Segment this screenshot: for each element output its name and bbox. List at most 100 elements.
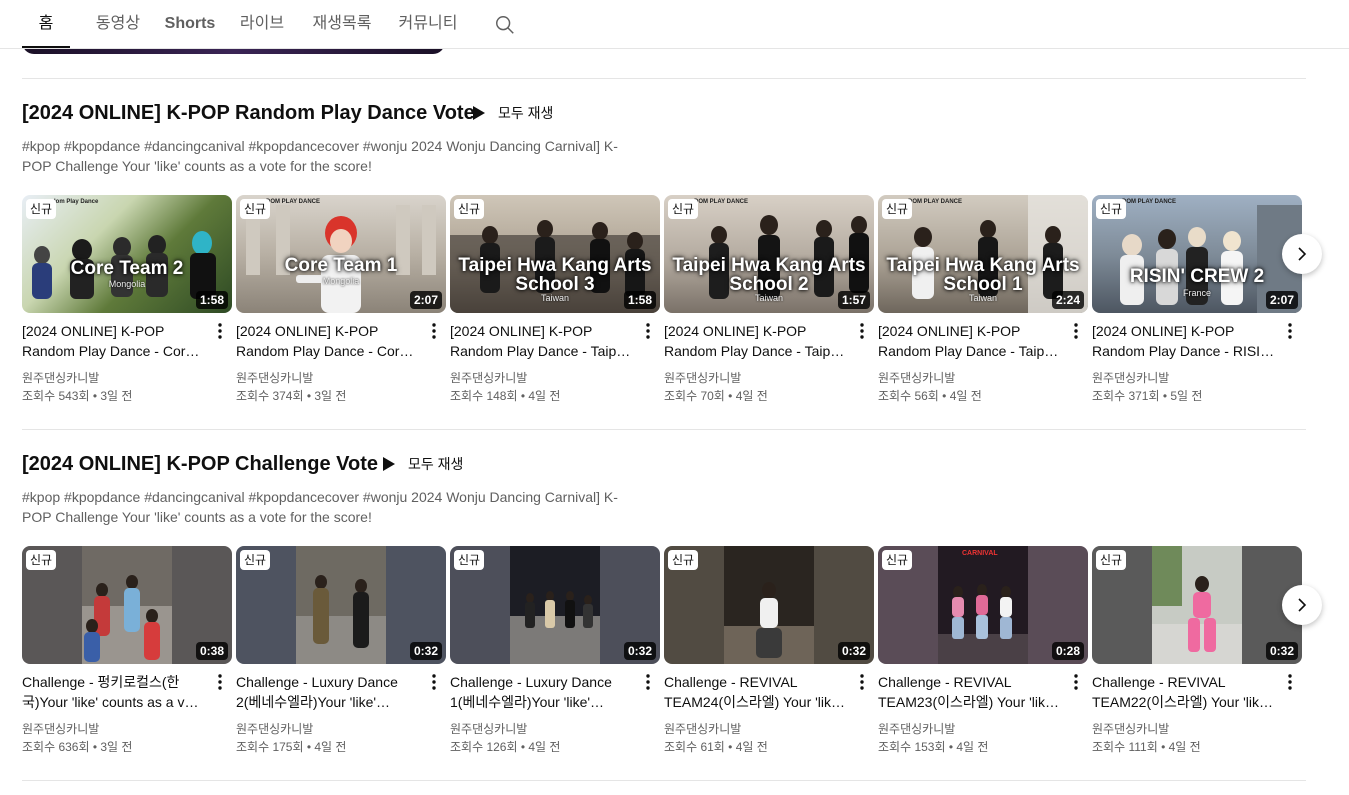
channel-name[interactable]: 원주댄싱카니발 — [22, 720, 99, 738]
thumbnail-title: Taipei Hwa Kang Arts School 3 — [458, 255, 652, 295]
video-title[interactable]: Challenge - Luxury Dance 1(베네수엘라)Your 'l… — [450, 672, 634, 712]
channel-name[interactable]: 원주댄싱카니발 — [1092, 720, 1169, 738]
channel-name[interactable]: 원주댄싱카니발 — [878, 720, 955, 738]
thumbnail-title: Taipei Hwa Kang Arts School 2 — [672, 255, 866, 295]
new-badge: 신규 — [882, 550, 913, 570]
tab-shorts[interactable]: Shorts — [160, 0, 220, 48]
video-metadata: 조회수 543회 • 3일 전 — [22, 389, 133, 403]
channel-name[interactable]: 원주댄싱카니발 — [1092, 369, 1169, 387]
video-title[interactable]: Challenge - 펑키로컬스(한국)Your 'like' counts … — [22, 672, 206, 712]
section-divider — [22, 429, 1306, 430]
more-options-icon[interactable] — [1282, 321, 1298, 341]
thumbnail-caption: dom Play Dance — [52, 199, 99, 205]
tab-community[interactable]: 커뮤니티 — [390, 0, 466, 48]
video-thumbnail[interactable]: 신규 0:32 — [450, 546, 660, 664]
more-options-icon[interactable] — [1068, 321, 1084, 341]
video-title[interactable]: [2024 ONLINE] K-POP Random Play Dance - … — [450, 321, 634, 361]
video-title[interactable]: Challenge - REVIVAL TEAM23(이스라엘) Your 'l… — [878, 672, 1062, 712]
video-metadata: 조회수 56회 • 4일 전 — [878, 389, 982, 403]
tab-home[interactable]: 홈 — [22, 0, 70, 48]
tab-live[interactable]: 라이브 — [230, 0, 294, 48]
video-title[interactable]: [2024 ONLINE] K-POP Random Play Dance - … — [664, 321, 848, 361]
video-thumbnail[interactable]: 신규 0:32 — [236, 546, 446, 664]
duration-badge: 0:32 — [837, 642, 870, 660]
video-thumbnail[interactable]: 신규 0:32 — [664, 546, 874, 664]
more-options-icon[interactable] — [426, 672, 442, 692]
new-badge: 신규 — [1096, 550, 1127, 570]
more-options-icon[interactable] — [640, 672, 656, 692]
video-thumbnail[interactable]: 신규 0:38 — [22, 546, 232, 664]
duration-badge: 0:38 — [195, 642, 228, 660]
search-icon[interactable] — [494, 14, 516, 36]
thumbnail-title: Core Team 1 — [284, 255, 398, 276]
channel-name[interactable]: 원주댄싱카니발 — [22, 369, 99, 387]
channel-name[interactable]: 원주댄싱카니발 — [450, 369, 527, 387]
duration-badge: 0:32 — [623, 642, 656, 660]
play-all-button[interactable]: 모두 재생 — [382, 453, 463, 475]
duration-badge: 1:57 — [837, 291, 870, 309]
play-all-label: 모두 재생 — [408, 456, 464, 472]
video-title[interactable]: [2024 ONLINE] K-POP Random Play Dance - … — [236, 321, 420, 361]
thumbnail-title: Core Team 2 — [70, 258, 184, 279]
video-thumbnail[interactable]: DOM PLAY DANCE Taipei Hwa Kang Arts Scho… — [664, 195, 874, 313]
shelf-next-button[interactable] — [1282, 585, 1322, 625]
more-options-icon[interactable] — [426, 321, 442, 341]
duration-badge: 2:07 — [409, 291, 442, 309]
more-options-icon[interactable] — [212, 672, 228, 692]
video-thumbnail[interactable]: DOM PLAY DANCE Taipei Hwa Kang Arts Scho… — [878, 195, 1088, 313]
thumbnail-subtitle: Mongolia — [108, 279, 146, 289]
chevron-right-icon — [1298, 247, 1307, 261]
thumbnail-title: RISIN' CREW 2 — [1129, 266, 1265, 287]
video-title[interactable]: Challenge - REVIVAL TEAM24(이스라엘) Your 'l… — [664, 672, 848, 712]
video-thumbnail[interactable]: CARNIVAL 신규 0:28 — [878, 546, 1088, 664]
new-badge: 신규 — [240, 550, 271, 570]
shelf-title[interactable]: [2024 ONLINE] K-POP Challenge Vote — [22, 453, 378, 476]
play-all-button[interactable]: 모두 재생 — [472, 102, 553, 124]
shelf-next-button[interactable] — [1282, 234, 1322, 274]
video-thumbnail[interactable]: dom Play Dance Core Team 2 Mongolia 신규 1… — [22, 195, 232, 313]
tab-videos[interactable]: 동영상 — [86, 0, 150, 48]
play-icon — [473, 106, 485, 120]
video-metadata: 조회수 636회 • 3일 전 — [22, 740, 133, 754]
video-title[interactable]: Challenge - Luxury Dance 2(베네수엘라)Your 'l… — [236, 672, 420, 712]
video-title[interactable]: Challenge - REVIVAL TEAM22(이스라엘) Your 'l… — [1092, 672, 1276, 712]
tab-playlists[interactable]: 재생목록 — [304, 0, 380, 48]
shelf-description: #kpop #kpopdance #dancingcanival #kpopda… — [22, 489, 618, 525]
duration-badge: 1:58 — [195, 291, 228, 309]
duration-badge: 2:07 — [1265, 291, 1298, 309]
thumbnail-caption: DOM PLAY DANCE — [1122, 199, 1177, 205]
duration-badge: 0:32 — [409, 642, 442, 660]
new-badge: 신규 — [882, 199, 913, 219]
more-options-icon[interactable] — [1068, 672, 1084, 692]
channel-name[interactable]: 원주댄싱카니발 — [236, 720, 313, 738]
channel-name[interactable]: 원주댄싱카니발 — [664, 369, 741, 387]
video-thumbnail[interactable]: DOM PLAY DANCE RISIN' CREW 2 France 신규 2… — [1092, 195, 1302, 313]
channel-name[interactable]: 원주댄싱카니발 — [878, 369, 955, 387]
video-thumbnail[interactable]: DOM PLAY DANCE Core Team 1 Mongolia 신규 2… — [236, 195, 446, 313]
video-metadata: 조회수 374회 • 3일 전 — [236, 389, 347, 403]
video-thumbnail[interactable]: Taipei Hwa Kang Arts School 3 Taiwan 신규 … — [450, 195, 660, 313]
thumbnail-caption: DOM PLAY DANCE — [266, 199, 321, 205]
more-options-icon[interactable] — [1282, 672, 1298, 692]
video-thumbnail[interactable]: 신규 0:32 — [1092, 546, 1302, 664]
duration-badge: 1:58 — [623, 291, 656, 309]
channel-name[interactable]: 원주댄싱카니발 — [664, 720, 741, 738]
shelf-title[interactable]: [2024 ONLINE] K-POP Random Play Dance Vo… — [22, 102, 475, 125]
more-options-icon[interactable] — [854, 321, 870, 341]
channel-name[interactable]: 원주댄싱카니발 — [450, 720, 527, 738]
video-title[interactable]: [2024 ONLINE] K-POP Random Play Dance - … — [1092, 321, 1276, 361]
duration-badge: 2:24 — [1051, 291, 1084, 309]
new-badge: 신규 — [668, 550, 699, 570]
duration-badge: 0:32 — [1265, 642, 1298, 660]
new-badge: 신규 — [668, 199, 699, 219]
more-options-icon[interactable] — [854, 672, 870, 692]
more-options-icon[interactable] — [212, 321, 228, 341]
new-badge: 신규 — [454, 199, 485, 219]
more-options-icon[interactable] — [640, 321, 656, 341]
video-metadata: 조회수 148회 • 4일 전 — [450, 389, 561, 403]
video-title[interactable]: [2024 ONLINE] K-POP Random Play Dance - … — [22, 321, 206, 361]
video-title[interactable]: [2024 ONLINE] K-POP Random Play Dance - … — [878, 321, 1062, 361]
channel-name[interactable]: 원주댄싱카니발 — [236, 369, 313, 387]
video-metadata: 조회수 126회 • 4일 전 — [450, 740, 561, 754]
section-divider — [22, 780, 1306, 781]
